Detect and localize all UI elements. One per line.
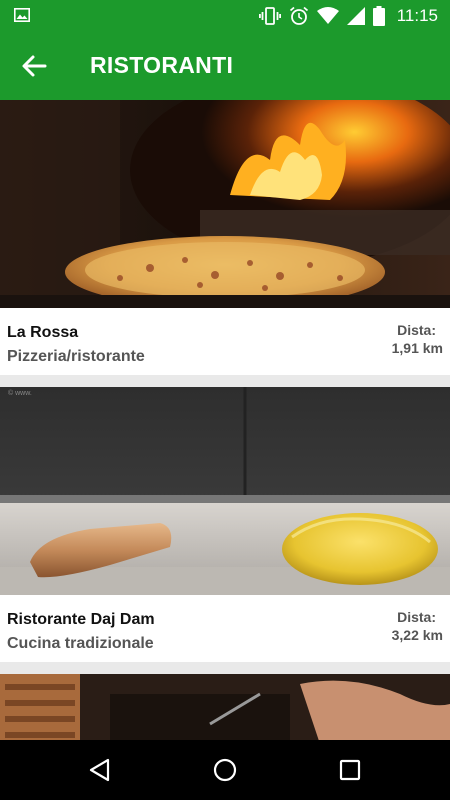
restaurant-name: Ristorante Daj Dam (7, 611, 155, 628)
pizza-oven-photo (0, 100, 450, 308)
image-icon (14, 8, 30, 22)
distance-label: Dista: (397, 609, 436, 625)
home-circle-icon[interactable] (209, 754, 241, 786)
battery-icon (372, 6, 385, 26)
pasta-dough-photo: © www. (0, 387, 450, 595)
status-time: 11:15 (396, 6, 438, 25)
recents-square-icon[interactable] (334, 754, 366, 786)
restaurant-card[interactable] (0, 674, 450, 744)
arrow-back-icon[interactable] (18, 50, 50, 82)
alarm-icon (289, 6, 308, 25)
restaurant-card[interactable]: © www. Ristorante Daj Dam Cucina tradizi… (0, 387, 450, 662)
status-icons: 11:15 (258, 5, 438, 27)
restaurant-name: La Rossa (7, 324, 79, 341)
status-bar: 11:15 (0, 0, 450, 32)
kitchen-photo (0, 674, 450, 744)
restaurant-type: Cucina tradizionale (7, 635, 154, 652)
app-bar: RISTORANTI (0, 32, 450, 100)
wifi-icon (316, 7, 339, 24)
distance-label: Dista: (397, 322, 436, 338)
vibrate-icon (258, 7, 281, 25)
signal-icon (346, 7, 365, 25)
distance-value: 3,22 km (391, 627, 443, 643)
restaurant-list: La Rossa Pizzeria/ristorante Dista: 1,91… (0, 100, 450, 756)
restaurant-type: Pizzeria/ristorante (7, 348, 145, 365)
svg-text:© www.: © www. (8, 389, 32, 397)
distance-value: 1,91 km (391, 340, 443, 356)
page-title: RISTORANTI (90, 52, 234, 78)
app-screen: 11:15 RISTORANTI La Rossa Pizzeria/risto… (0, 0, 450, 800)
card-info: Ristorante Daj Dam Cucina tradizionale D… (0, 595, 450, 662)
restaurant-card[interactable]: La Rossa Pizzeria/ristorante Dista: 1,91… (0, 100, 450, 375)
card-info: La Rossa Pizzeria/ristorante Dista: 1,91… (0, 308, 450, 375)
navigation-bar (0, 740, 450, 800)
back-triangle-icon[interactable] (84, 754, 116, 786)
